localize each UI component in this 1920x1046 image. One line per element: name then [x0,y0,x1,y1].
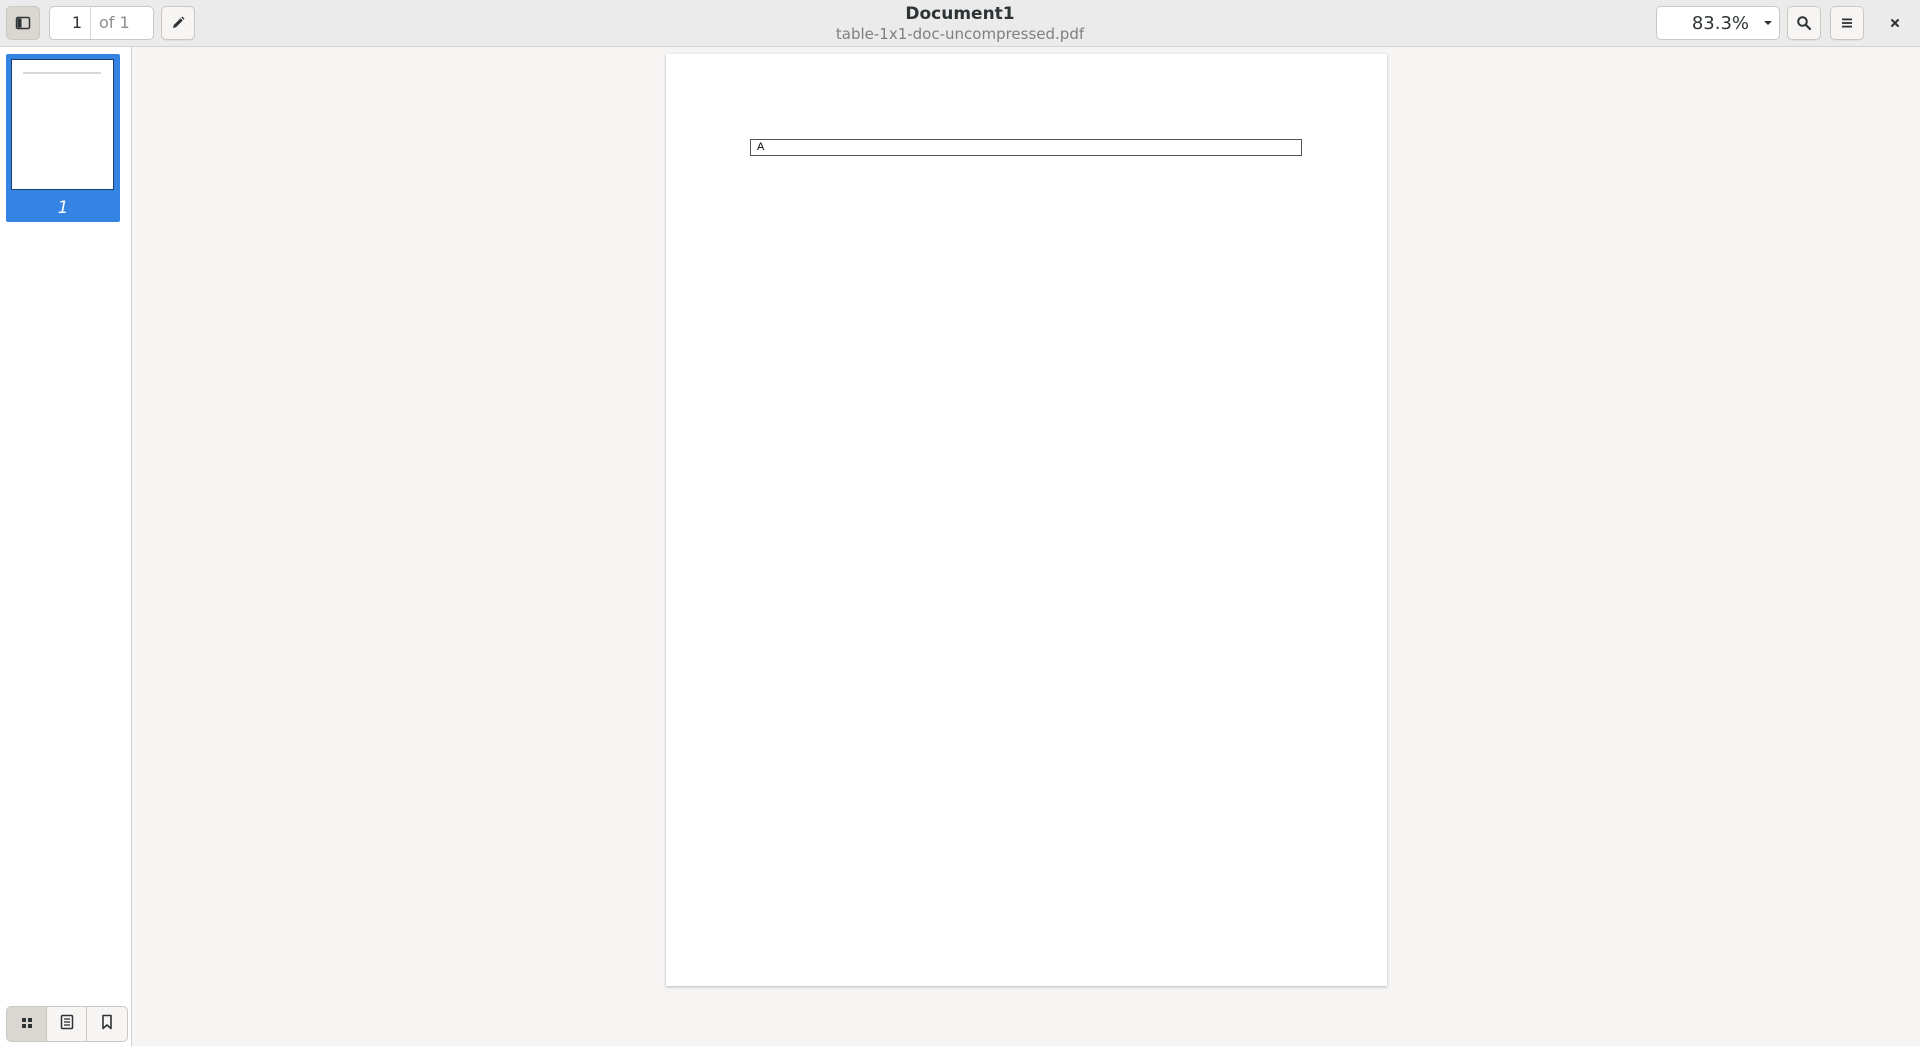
document-filename: table-1x1-doc-uncompressed.pdf [835,25,1085,43]
search-button[interactable] [1787,6,1821,40]
annotate-button[interactable] [161,6,195,40]
document-list-icon [60,1014,74,1034]
outline-view-button[interactable] [47,1007,87,1041]
sidebar-toggle-icon [15,15,31,31]
header-bar: 1 of 1 Document1 table-1x1-doc-uncompres… [0,0,1920,47]
close-icon [1888,16,1902,30]
page-thumbnail[interactable]: 1 [6,54,120,222]
close-window-button[interactable] [1878,6,1912,40]
page-number-entry[interactable]: 1 of 1 [49,6,154,40]
thumbnails-view-button[interactable] [7,1007,47,1041]
chevron-down-icon[interactable] [1757,19,1779,27]
thumbnail-table-line [23,72,101,74]
main-menu-button[interactable] [1830,6,1864,40]
search-icon [1796,15,1812,31]
pencil-icon [170,15,186,31]
page-total-label: of 1 [99,13,130,32]
thumbnail-page-label: 1 [57,198,69,218]
zoom-value[interactable]: 83.3% [1657,13,1757,34]
sidebar: 1 [0,47,132,1046]
bookmarks-view-button[interactable] [87,1007,127,1041]
current-page-number[interactable]: 1 [50,7,91,39]
document-page: A [666,54,1387,986]
hamburger-menu-icon [1839,15,1855,31]
zoom-select[interactable]: 83.3% [1656,6,1780,40]
window-title-area: Document1 table-1x1-doc-uncompressed.pdf [760,3,1160,44]
thumbnail-preview [11,59,114,190]
document-view[interactable]: A [133,47,1920,1046]
bookmark-icon [101,1014,113,1034]
grid-icon [20,1015,34,1034]
document-title: Document1 [905,4,1015,24]
sidebar-view-switcher [6,1006,128,1042]
table-cell: A [750,139,1302,156]
sidebar-toggle-button[interactable] [6,6,40,40]
